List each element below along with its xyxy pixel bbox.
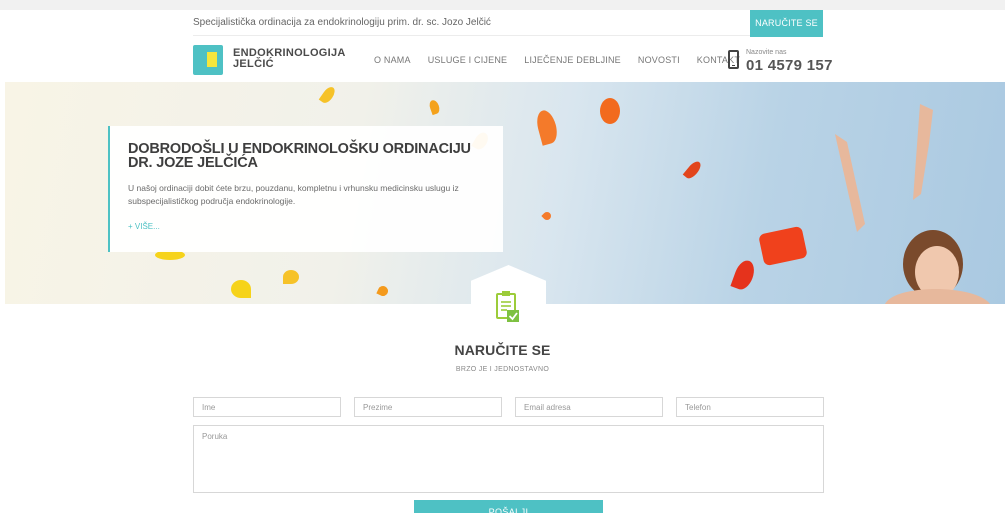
petal-shape xyxy=(730,257,758,293)
phone-field[interactable] xyxy=(676,397,824,417)
welcome-card: DOBRODOŠLI U ENDOKRINOLOŠKU ORDINACIJU D… xyxy=(108,126,503,252)
message-field[interactable] xyxy=(193,425,824,493)
phone-label: Nazovite nas xyxy=(746,49,787,56)
phone-block[interactable]: Nazovite nas 01 4579 157 xyxy=(728,48,838,74)
petal-shape xyxy=(758,225,808,267)
petal-shape xyxy=(541,210,553,222)
clipboard-check-icon xyxy=(496,291,519,322)
logo-text: ENDOKRINOLOGIJA JELČIĆ xyxy=(233,48,346,70)
order-section-subtitle: BRZO JE I JEDNOSTAVNO xyxy=(455,366,550,373)
site-tagline: Specijalistička ordinacija za endokrinol… xyxy=(193,17,491,28)
logo-line-2: JELČIĆ xyxy=(233,58,274,70)
petal-shape xyxy=(231,280,251,298)
nav-item-novosti[interactable]: NOVOSTI xyxy=(638,55,680,65)
petal-shape xyxy=(318,84,338,106)
petal-shape xyxy=(376,284,390,298)
petal-shape xyxy=(427,98,442,116)
order-button-top[interactable]: NARUČITE SE xyxy=(750,10,823,37)
send-button[interactable]: POŠALJI xyxy=(414,500,603,513)
order-section-title: NARUČITE SE xyxy=(454,342,551,358)
first-name-field[interactable] xyxy=(193,397,341,417)
last-name-field[interactable] xyxy=(354,397,502,417)
nav-item-o-nama[interactable]: O NAMA xyxy=(374,55,411,65)
welcome-text: U našoj ordinaciji dobit ćete brzu, pouz… xyxy=(128,183,459,206)
woman-illustration xyxy=(835,104,990,304)
petal-shape xyxy=(533,108,561,146)
nav-item-lijecenje-debljine[interactable]: LIJEČENJE DEBLJINE xyxy=(524,55,621,65)
petal-shape xyxy=(682,159,704,181)
email-field[interactable] xyxy=(515,397,663,417)
top-strip xyxy=(0,0,1005,10)
site-logo[interactable]: ENDOKRINOLOGIJA JELČIĆ xyxy=(193,45,345,77)
welcome-title: DOBRODOŠLI U ENDOKRINOLOŠKU ORDINACIJU D… xyxy=(128,141,471,171)
main-nav: O NAMA USLUGE I CIJENE LIJEČENJE DEBLJIN… xyxy=(374,55,757,65)
nav-item-usluge-i-cijene[interactable]: USLUGE I CIJENE xyxy=(428,55,508,65)
petal-shape xyxy=(600,98,620,124)
more-link[interactable]: + VIŠE... xyxy=(128,222,160,231)
phone-number: 01 4579 157 xyxy=(746,57,833,74)
petal-shape xyxy=(283,270,299,284)
logo-mark-icon xyxy=(193,45,223,75)
mobile-phone-icon xyxy=(728,50,739,69)
tagline-bar: Specijalistička ordinacija za endokrinol… xyxy=(193,10,823,37)
